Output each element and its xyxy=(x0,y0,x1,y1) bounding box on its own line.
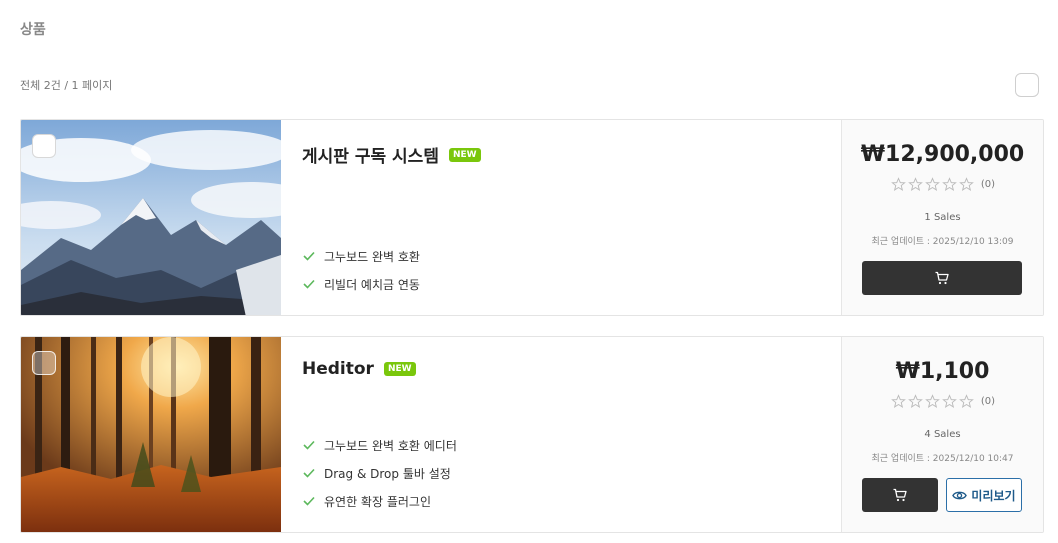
last-updated: 최근 업데이트 : 2025/12/10 10:47 xyxy=(871,454,1014,464)
star-icon xyxy=(925,177,940,191)
sales-count: 4 Sales xyxy=(924,429,961,440)
star-icon xyxy=(925,394,940,408)
check-icon xyxy=(303,279,315,289)
feature-item: Drag & Drop 툴바 설정 xyxy=(302,459,457,487)
check-icon xyxy=(303,468,315,478)
feature-list: 그누보드 완벽 호환 리빌더 예치금 연동 xyxy=(302,242,420,298)
new-badge: NEW xyxy=(383,362,416,376)
cart-icon xyxy=(935,271,949,285)
feature-item: 그누보드 완벽 호환 에디터 xyxy=(302,431,457,459)
product-thumbnail[interactable] xyxy=(21,120,281,315)
star-icon xyxy=(891,177,906,191)
check-icon xyxy=(303,251,315,261)
feature-list: 그누보드 완벽 호환 에디터 Drag & Drop 툴바 설정 유연한 확장 … xyxy=(302,431,457,515)
star-icon xyxy=(959,177,974,191)
add-to-cart-button[interactable] xyxy=(862,261,1022,295)
page-title: 상품 xyxy=(20,22,46,38)
star-icon xyxy=(908,394,923,408)
product-card[interactable]: 게시판 구독 시스템 NEW 그누보드 완벽 호환 리빌더 예치금 연동 ₩12… xyxy=(20,119,1044,316)
product-name[interactable]: Heditor xyxy=(302,359,374,379)
rating: (0) xyxy=(842,394,1043,409)
rating-count: (0) xyxy=(980,396,996,407)
result-count: 전체 2건 / 1 페이지 xyxy=(20,79,113,92)
item-checkbox[interactable] xyxy=(32,351,56,375)
forest-image xyxy=(21,337,281,532)
product-thumbnail[interactable] xyxy=(21,337,281,532)
check-icon xyxy=(303,440,315,450)
add-to-cart-button[interactable] xyxy=(862,478,938,512)
feature-item: 리빌더 예치금 연동 xyxy=(302,270,420,298)
rating-count: (0) xyxy=(980,179,996,190)
last-updated: 최근 업데이트 : 2025/12/10 13:09 xyxy=(871,237,1014,247)
select-all-checkbox[interactable] xyxy=(1015,73,1039,97)
product-card[interactable]: Heditor NEW 그누보드 완벽 호환 에디터 Drag & Drop 툴… xyxy=(20,336,1044,533)
check-icon xyxy=(303,496,315,506)
product-name[interactable]: 게시판 구독 시스템 xyxy=(302,142,439,167)
new-badge: NEW xyxy=(448,147,481,162)
rating: (0) xyxy=(842,177,1043,192)
eye-icon xyxy=(952,491,968,499)
feature-item: 유연한 확장 플러그인 xyxy=(302,487,457,515)
star-icon xyxy=(908,177,923,191)
mountain-image xyxy=(21,120,281,315)
sales-count: 1 Sales xyxy=(924,212,961,223)
preview-button[interactable]: 미리보기 xyxy=(946,478,1022,512)
product-price: ₩1,100 xyxy=(895,359,990,384)
preview-label: 미리보기 xyxy=(971,488,1016,503)
star-icon xyxy=(942,177,957,191)
cart-icon xyxy=(893,488,907,502)
item-checkbox[interactable] xyxy=(32,134,56,158)
star-icon xyxy=(942,394,957,408)
star-icon xyxy=(959,394,974,408)
product-price: ₩12,900,000 xyxy=(860,142,1025,167)
feature-item: 그누보드 완벽 호환 xyxy=(302,242,420,270)
star-icon xyxy=(891,394,906,408)
